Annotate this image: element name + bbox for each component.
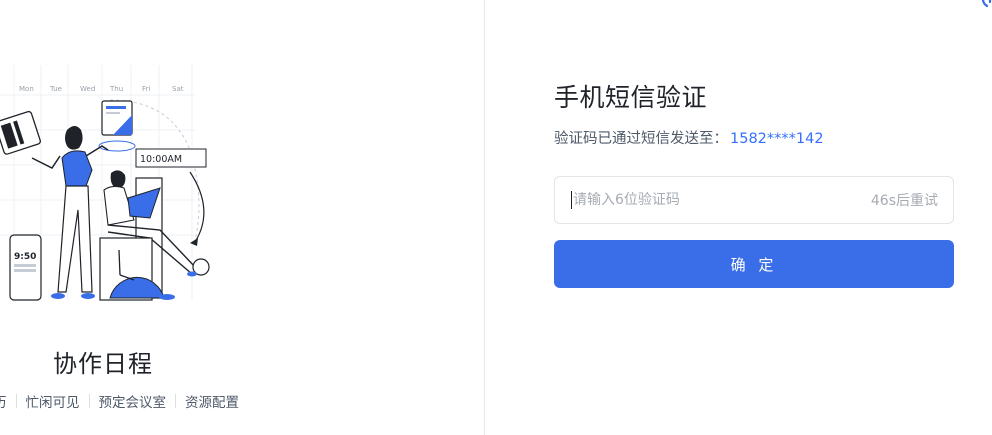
tag-separator xyxy=(15,394,17,408)
tag-separator xyxy=(88,394,90,408)
feature-panel: Mon Tue Wed Thu Fri Sat 10:00AM 9:50 协作日… xyxy=(0,0,484,435)
confirm-button[interactable]: 确 定 xyxy=(554,240,954,288)
verify-desc-text: 验证码已通过短信发送至： xyxy=(554,131,728,147)
resend-countdown[interactable]: 46s后重试 xyxy=(871,190,938,210)
schedule-illustration: Mon Tue Wed Thu Fri Sat 10:00AM 9:50 xyxy=(0,60,260,310)
feature-tag: 资源配置 xyxy=(185,395,239,411)
weekday-label: Sat xyxy=(172,85,184,93)
text-caret xyxy=(571,191,572,209)
weekday-label: Mon xyxy=(19,85,34,93)
feature-tag: 忙闲可见 xyxy=(25,395,80,411)
panel-divider xyxy=(484,0,485,435)
time-card-text: 10:00AM xyxy=(140,154,182,165)
tag-separator xyxy=(175,394,176,408)
feature-tags: 历 忙闲可见 预定会议室 资源配置 xyxy=(0,391,239,411)
weekday-label: Thu xyxy=(109,85,123,93)
phone-time-text: 9:50 xyxy=(14,252,36,262)
verification-code-input[interactable] xyxy=(573,192,871,208)
masked-phone-number: 1582****142 xyxy=(730,131,824,147)
feature-tag: 历 xyxy=(0,391,7,411)
corner-logo-icon xyxy=(981,0,992,8)
feature-title: 协作日程 xyxy=(53,350,153,378)
weekday-label: Wed xyxy=(80,85,95,93)
weekday-label: Tue xyxy=(49,85,62,93)
code-input-box: 46s后重试 xyxy=(554,176,954,224)
verify-description: 验证码已通过短信发送至： 1582****142 xyxy=(554,127,824,148)
weekday-label: Fri xyxy=(142,85,150,93)
feature-tag: 预定会议室 xyxy=(98,395,167,411)
verify-title: 手机短信验证 xyxy=(554,83,708,112)
